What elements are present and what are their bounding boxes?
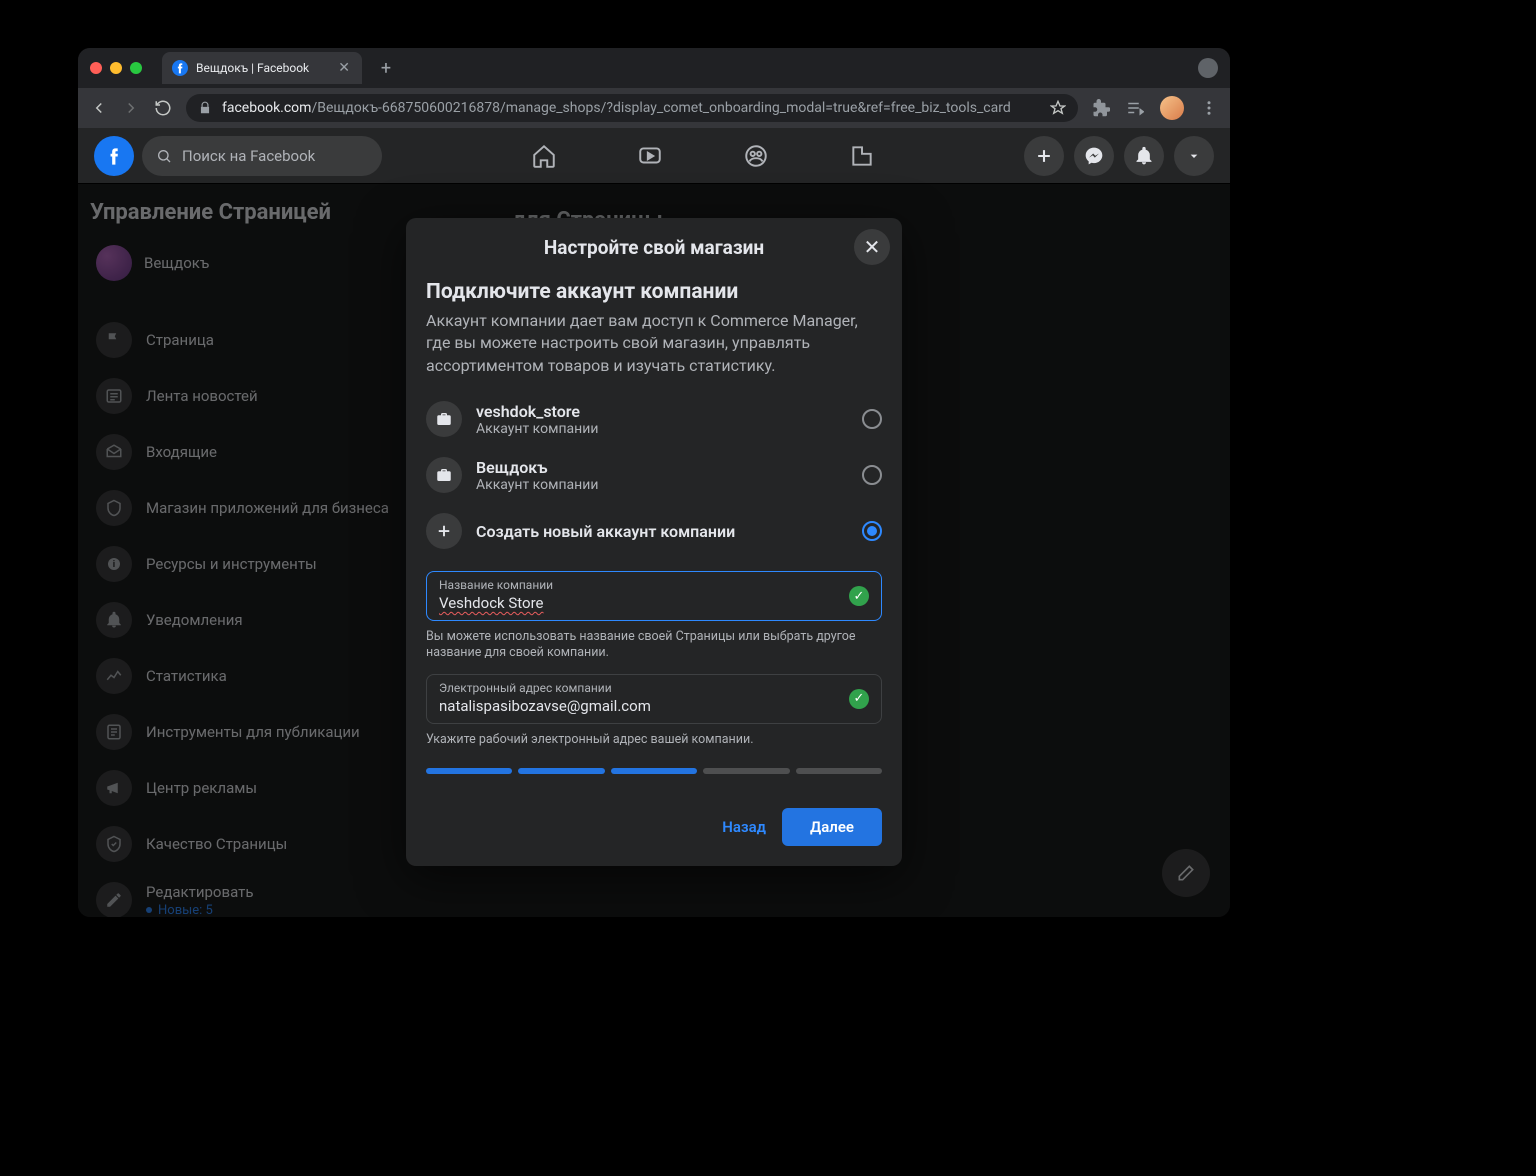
option-title: Создать новый аккаунт компании xyxy=(476,522,848,541)
tab-strip: Вещдокъ | Facebook ✕ + xyxy=(78,48,1230,88)
tab-title: Вещдокъ | Facebook xyxy=(196,61,330,75)
groups-icon[interactable] xyxy=(742,142,770,170)
facebook-favicon-icon xyxy=(172,60,188,76)
messenger-icon[interactable] xyxy=(1074,136,1114,176)
close-window-icon[interactable] xyxy=(90,62,102,74)
valid-check-icon: ✓ xyxy=(849,689,869,709)
option-title: Вещдокъ xyxy=(476,458,848,477)
facebook-top-bar: Поиск на Facebook xyxy=(78,128,1230,184)
modal-title: Настройте свой магазин xyxy=(544,236,764,259)
modal-heading: Подключите аккаунт компании xyxy=(426,280,882,304)
reload-icon[interactable] xyxy=(154,99,172,117)
home-icon[interactable] xyxy=(530,142,558,170)
bookmark-star-icon[interactable] xyxy=(1050,100,1066,116)
back-button[interactable]: Назад xyxy=(722,818,766,836)
create-icon[interactable] xyxy=(1024,136,1064,176)
modal-description: Аккаунт компании дает вам доступ к Comme… xyxy=(426,310,882,377)
account-option[interactable]: ВещдокъАккаунт компании xyxy=(426,447,882,503)
maximize-window-icon[interactable] xyxy=(130,62,142,74)
browser-window: Вещдокъ | Facebook ✕ + facebook.com/Вещд… xyxy=(78,48,1230,917)
address-bar: facebook.com/Вещдокъ-668750600216878/man… xyxy=(78,88,1230,128)
plus-icon xyxy=(426,513,462,549)
step-progress xyxy=(426,768,882,774)
valid-check-icon: ✓ xyxy=(849,586,869,606)
radio-icon[interactable] xyxy=(862,409,882,429)
close-tab-icon[interactable]: ✕ xyxy=(338,60,350,76)
briefcase-icon xyxy=(426,401,462,437)
url-box[interactable]: facebook.com/Вещдокъ-668750600216878/man… xyxy=(186,94,1078,122)
search-placeholder: Поиск на Facebook xyxy=(182,147,315,165)
option-subtitle: Аккаунт компании xyxy=(476,477,848,493)
notifications-icon[interactable] xyxy=(1124,136,1164,176)
next-button[interactable]: Далее xyxy=(782,808,882,846)
modal-footer: Назад Далее xyxy=(406,790,902,866)
account-option[interactable]: Создать новый аккаунт компании xyxy=(426,503,882,559)
nav-back-icon[interactable] xyxy=(90,99,108,117)
close-modal-button[interactable]: ✕ xyxy=(854,229,890,265)
chrome-account-icon[interactable] xyxy=(1198,58,1218,78)
nav-forward-icon[interactable] xyxy=(122,99,140,117)
browser-tab[interactable]: Вещдокъ | Facebook ✕ xyxy=(162,52,362,84)
radio-icon[interactable] xyxy=(862,521,882,541)
url-text: facebook.com/Вещдокъ-668750600216878/man… xyxy=(222,100,1040,116)
playlist-icon[interactable] xyxy=(1126,99,1144,117)
briefcase-icon xyxy=(426,457,462,493)
account-menu-icon[interactable] xyxy=(1174,136,1214,176)
window-traffic-lights[interactable] xyxy=(90,62,152,74)
company-name-field[interactable]: Название компании Veshdock Store ✓ xyxy=(426,571,882,621)
watch-icon[interactable] xyxy=(636,142,664,170)
company-name-hint: Вы можете использовать название своей Ст… xyxy=(426,629,882,662)
lock-icon xyxy=(198,101,212,115)
company-name-value: Veshdock Store xyxy=(439,594,869,612)
minimize-window-icon[interactable] xyxy=(110,62,122,74)
option-title: veshdok_store xyxy=(476,402,848,421)
profile-avatar-icon[interactable] xyxy=(1160,96,1184,120)
account-option[interactable]: veshdok_storeАккаунт компании xyxy=(426,391,882,447)
kebab-menu-icon[interactable] xyxy=(1200,99,1218,117)
modal-header: Настройте свой магазин ✕ xyxy=(406,218,902,276)
extensions-icon[interactable] xyxy=(1092,99,1110,117)
company-name-label: Название компании xyxy=(439,578,869,592)
company-email-value: natalispasibozavse@gmail.com xyxy=(439,697,869,715)
company-email-hint: Укажите рабочий электронный адрес вашей … xyxy=(426,732,882,748)
company-email-label: Электронный адрес компании xyxy=(439,681,869,695)
company-email-field[interactable]: Электронный адрес компании natalispasibo… xyxy=(426,674,882,724)
shop-setup-modal: Настройте свой магазин ✕ Подключите акка… xyxy=(406,218,902,866)
search-icon xyxy=(156,148,172,164)
radio-icon[interactable] xyxy=(862,465,882,485)
facebook-logo-icon[interactable] xyxy=(94,136,134,176)
top-nav xyxy=(390,142,1016,170)
gaming-icon[interactable] xyxy=(848,142,876,170)
option-subtitle: Аккаунт компании xyxy=(476,421,848,437)
facebook-search[interactable]: Поиск на Facebook xyxy=(142,136,382,176)
new-tab-button[interactable]: + xyxy=(372,58,400,79)
